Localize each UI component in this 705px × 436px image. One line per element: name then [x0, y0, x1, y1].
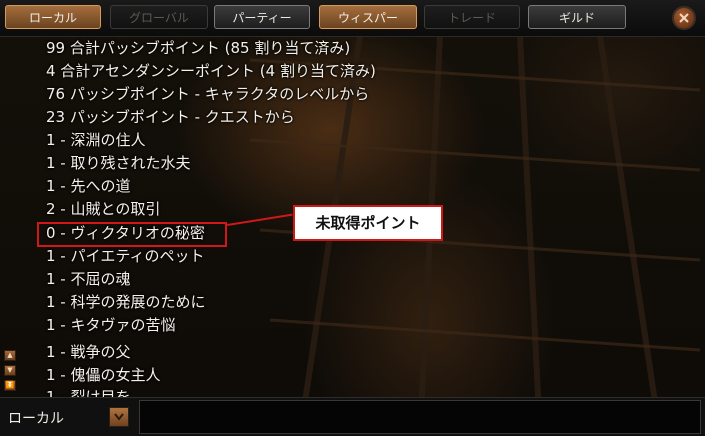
chat-line: 76 パッシブポイント - キャラクタのレベルから	[46, 85, 370, 103]
chat-line: 1 - 深淵の住人	[46, 131, 146, 149]
chat-input[interactable]	[139, 400, 701, 434]
tab-trade[interactable]: トレード	[424, 5, 520, 29]
scroll-up-icon[interactable]: ▲	[4, 350, 16, 361]
channel-tab-bar: ローカル グローバル パーティー ウィスパー トレード ギルド	[0, 0, 705, 37]
chat-input-bar: ローカル	[0, 397, 705, 436]
channel-label: ローカル	[8, 411, 64, 427]
chat-line: 1 - パイエティのペット	[46, 247, 205, 265]
chat-line: 4 合計アセンダンシーポイント (4 割り当て済み)	[46, 62, 376, 80]
chat-line: 23 パッシブポイント - クエストから	[46, 108, 295, 126]
close-x-icon	[679, 13, 689, 23]
chevron-down-icon	[114, 413, 124, 421]
chat-line: 1 - 科学の発展のために	[46, 293, 206, 311]
chat-line: 1 - キタヴァの苦悩	[46, 316, 176, 334]
chat-line: 2 - 山賊との取引	[46, 200, 161, 218]
scroll-bottom-icon[interactable]: ⏬	[4, 380, 16, 391]
tab-global[interactable]: グローバル	[110, 5, 208, 29]
chat-line: 1 - 戦争の父	[46, 343, 131, 361]
tab-local[interactable]: ローカル	[5, 5, 101, 29]
chat-line: 1 - 先への道	[46, 177, 131, 195]
highlight-box	[37, 222, 227, 247]
tab-party[interactable]: パーティー	[214, 5, 310, 29]
chat-line: 99 合計パッシブポイント (85 割り当て済み)	[46, 39, 351, 57]
annotation-callout: 未取得ポイント	[293, 205, 443, 241]
tab-guild[interactable]: ギルド	[528, 5, 626, 29]
channel-dropdown-button[interactable]	[109, 407, 129, 427]
chat-line: 1 - 取り残された水夫	[46, 154, 191, 172]
chat-line: 1 - 裂け目を	[46, 388, 131, 397]
scroll-down-icon[interactable]: ▼	[4, 365, 16, 376]
chat-line: 1 - 不屈の魂	[46, 270, 131, 288]
close-button[interactable]	[672, 6, 696, 30]
chat-line: 1 - 傀儡の女主人	[46, 366, 161, 384]
tab-whisper[interactable]: ウィスパー	[319, 5, 417, 29]
